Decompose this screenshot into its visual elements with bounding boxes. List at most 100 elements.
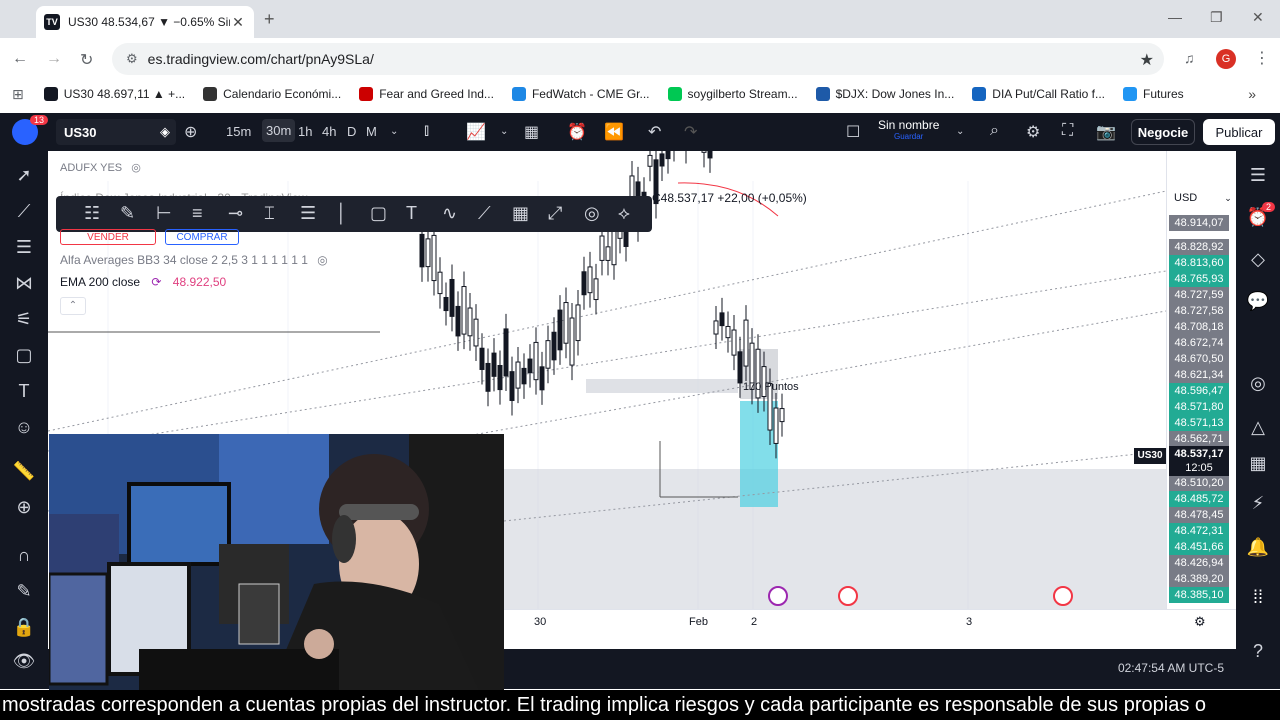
currency-dropdown-icon[interactable]: ⌄ <box>1224 193 1232 203</box>
more-bookmarks-icon[interactable]: » <box>1248 86 1256 102</box>
browser-menu-icon[interactable]: ⋮ <box>1254 48 1270 68</box>
ruler-icon[interactable]: 📏 <box>12 461 36 482</box>
bookmark-item[interactable]: US30 48.697,11 ▲ +... <box>43 87 185 101</box>
undo-icon[interactable]: ↶ <box>648 122 661 142</box>
extended-line-icon[interactable]: ⤢ <box>548 203 562 224</box>
polyline-icon[interactable]: ⟡ <box>618 203 630 224</box>
pattern-icon[interactable]: ⋈ <box>12 273 36 294</box>
text-icon[interactable]: T <box>406 203 417 224</box>
trend-line-icon[interactable]: ⟋ <box>12 201 36 222</box>
candle-type-icon[interactable]: ⫾ <box>424 122 429 140</box>
drag-handle-icon[interactable]: ☷ <box>84 203 100 224</box>
bookmark-item[interactable]: Fear and Greed Ind... <box>359 87 494 101</box>
timeframe-button[interactable]: 1h <box>298 124 312 139</box>
profile-avatar[interactable]: G <box>1216 49 1236 69</box>
shapes-icon[interactable]: ▢ <box>12 345 36 366</box>
vertical-line-icon[interactable]: │ <box>336 203 347 224</box>
browser-tab[interactable]: TV US30 48.534,67 ▼ −0.65% Sin n ✕ <box>36 6 254 38</box>
compare-add-icon[interactable]: ⊕ <box>184 122 197 142</box>
eye-icon[interactable]: 👁 <box>12 651 36 672</box>
timeframe-button[interactable]: 30m <box>262 119 296 142</box>
circle-icon[interactable]: ◎ <box>584 203 600 224</box>
bookmark-item[interactable]: DIA Put/Call Ratio f... <box>972 87 1105 101</box>
new-tab-icon[interactable]: + <box>264 9 275 30</box>
ideas-icon[interactable]: △ <box>1246 417 1270 438</box>
text-tool-icon[interactable]: T <box>12 381 36 402</box>
timeframe-dropdown-icon[interactable]: ⌄ <box>390 126 398 137</box>
currency-selector[interactable]: USD ⌄ <box>1174 192 1232 204</box>
layout-grid-icon[interactable]: ▦ <box>524 122 539 142</box>
buy-button[interactable]: COMPRAR <box>165 229 239 245</box>
lock-icon[interactable]: 🔒 <box>12 617 36 638</box>
eye-toggle-icon[interactable]: ◎ <box>131 162 141 174</box>
redo-icon[interactable]: ↷ <box>684 122 697 142</box>
reload-icon[interactable]: ↻ <box>80 50 93 70</box>
help-icon[interactable]: ? <box>1246 641 1270 662</box>
indicators-dropdown-icon[interactable]: ⌄ <box>500 126 508 137</box>
axis-settings-icon[interactable]: ⚙ <box>1194 614 1206 630</box>
watchlist-icon[interactable]: ☰ <box>1246 165 1270 186</box>
text-cursor-icon[interactable]: ⌶ <box>264 203 275 224</box>
symbol-search[interactable]: US30 ◈ <box>56 119 176 145</box>
channel-icon[interactable]: ≡ <box>192 203 203 224</box>
news-icon[interactable]: ⚡ <box>1246 493 1270 514</box>
restore-icon[interactable]: ❐ <box>1210 9 1223 26</box>
calendar-icon[interactable]: ▦ <box>1246 453 1270 474</box>
camera-icon[interactable]: 📷 <box>1096 122 1116 142</box>
zoom-in-icon[interactable]: ⊕ <box>12 497 36 518</box>
replay-icon[interactable]: ⏪ <box>604 122 624 142</box>
clock[interactable]: 02:47:54 AM UTC-5 <box>1118 661 1224 675</box>
bookmark-item[interactable]: Calendario Económi... <box>203 87 341 101</box>
rectangle-icon[interactable]: ▢ <box>370 203 387 224</box>
brush-icon[interactable]: ✎ <box>120 203 135 224</box>
close-tab-icon[interactable]: ✕ <box>230 14 246 31</box>
layers-icon[interactable]: ◇ <box>1246 249 1270 270</box>
path-icon[interactable]: ∿ <box>442 203 457 224</box>
indicator-ema[interactable]: EMA 200 close ⟳ 48.922,50 <box>60 275 226 289</box>
timeframe-button[interactable]: 15m <box>226 124 251 139</box>
timeframe-button[interactable]: D <box>347 124 356 139</box>
notifications-icon[interactable]: 🔔 <box>1246 537 1270 558</box>
bookmark-item[interactable]: FedWatch - CME Gr... <box>511 87 650 101</box>
lines-icon[interactable]: ☰ <box>300 203 316 224</box>
bookmark-star-icon[interactable]: ★ <box>1140 50 1154 70</box>
indicator-bollinger[interactable]: Alfa Averages BB3 34 close 2 2,5 3 1 1 1… <box>60 253 328 267</box>
layout-dropdown-icon[interactable]: ⌄ <box>956 126 964 137</box>
chat-icon[interactable]: 💬 <box>1246 291 1270 312</box>
media-control-icon[interactable]: ♫ <box>1184 50 1195 66</box>
indicators-icon[interactable]: 📈 <box>466 122 486 142</box>
apps-grid-icon[interactable]: ⊞ <box>12 86 24 103</box>
minimize-icon[interactable]: — <box>1168 9 1182 25</box>
target-icon[interactable]: ◎ <box>1246 373 1270 394</box>
products-grid-icon[interactable]: ⁞⁞ <box>1246 587 1270 608</box>
time-axis[interactable]: 30 Feb 2 3 ⚙ <box>504 609 1236 649</box>
bookmark-item[interactable]: soygilberto Stream... <box>667 87 798 101</box>
layout-name[interactable]: Sin nombre Guardar <box>878 119 939 143</box>
publish-button[interactable]: Publicar <box>1203 119 1275 145</box>
fullscreen-icon[interactable]: ⛶ <box>1062 122 1073 140</box>
hidden-eye-icon[interactable]: ◎ <box>317 253 327 267</box>
ray-icon[interactable]: ⟋ <box>478 203 491 224</box>
bookmark-item[interactable]: Futures <box>1123 87 1184 101</box>
forecast-icon[interactable]: ⚟ <box>12 309 36 330</box>
site-info-icon[interactable]: ⚙ <box>126 51 138 67</box>
back-icon[interactable]: ← <box>12 50 28 68</box>
magnet-icon[interactable]: ∩ <box>12 545 36 566</box>
range-icon[interactable]: ⊢ <box>156 203 172 224</box>
emoji-icon[interactable]: ☺ <box>12 417 36 438</box>
url-text[interactable]: es.tradingview.com/chart/pnAy9SLa/ <box>148 51 374 67</box>
timeframe-button[interactable]: 4h <box>322 124 336 139</box>
grid-icon[interactable]: ▦ <box>512 203 529 224</box>
lock-drawing-icon[interactable]: ✎ <box>12 581 36 602</box>
collapse-legend-icon[interactable]: ⌃ <box>60 297 86 315</box>
trade-button[interactable]: Negocie <box>1131 119 1195 145</box>
forward-icon[interactable]: → <box>46 50 62 68</box>
omnibox[interactable]: ⚙ es.tradingview.com/chart/pnAy9SLa/ ★ <box>112 43 1164 75</box>
search-icon[interactable]: ⌕ <box>990 122 999 140</box>
settings-icon[interactable]: ⚙ <box>1026 122 1040 142</box>
timeframe-button[interactable]: M <box>366 124 377 139</box>
sell-button[interactable]: VENDER <box>60 229 156 245</box>
checkbox-icon[interactable]: ☐ <box>846 122 860 142</box>
horizontal-line-icon[interactable]: ⊸ <box>228 203 243 224</box>
alert-icon[interactable]: ⏰ <box>567 122 587 142</box>
